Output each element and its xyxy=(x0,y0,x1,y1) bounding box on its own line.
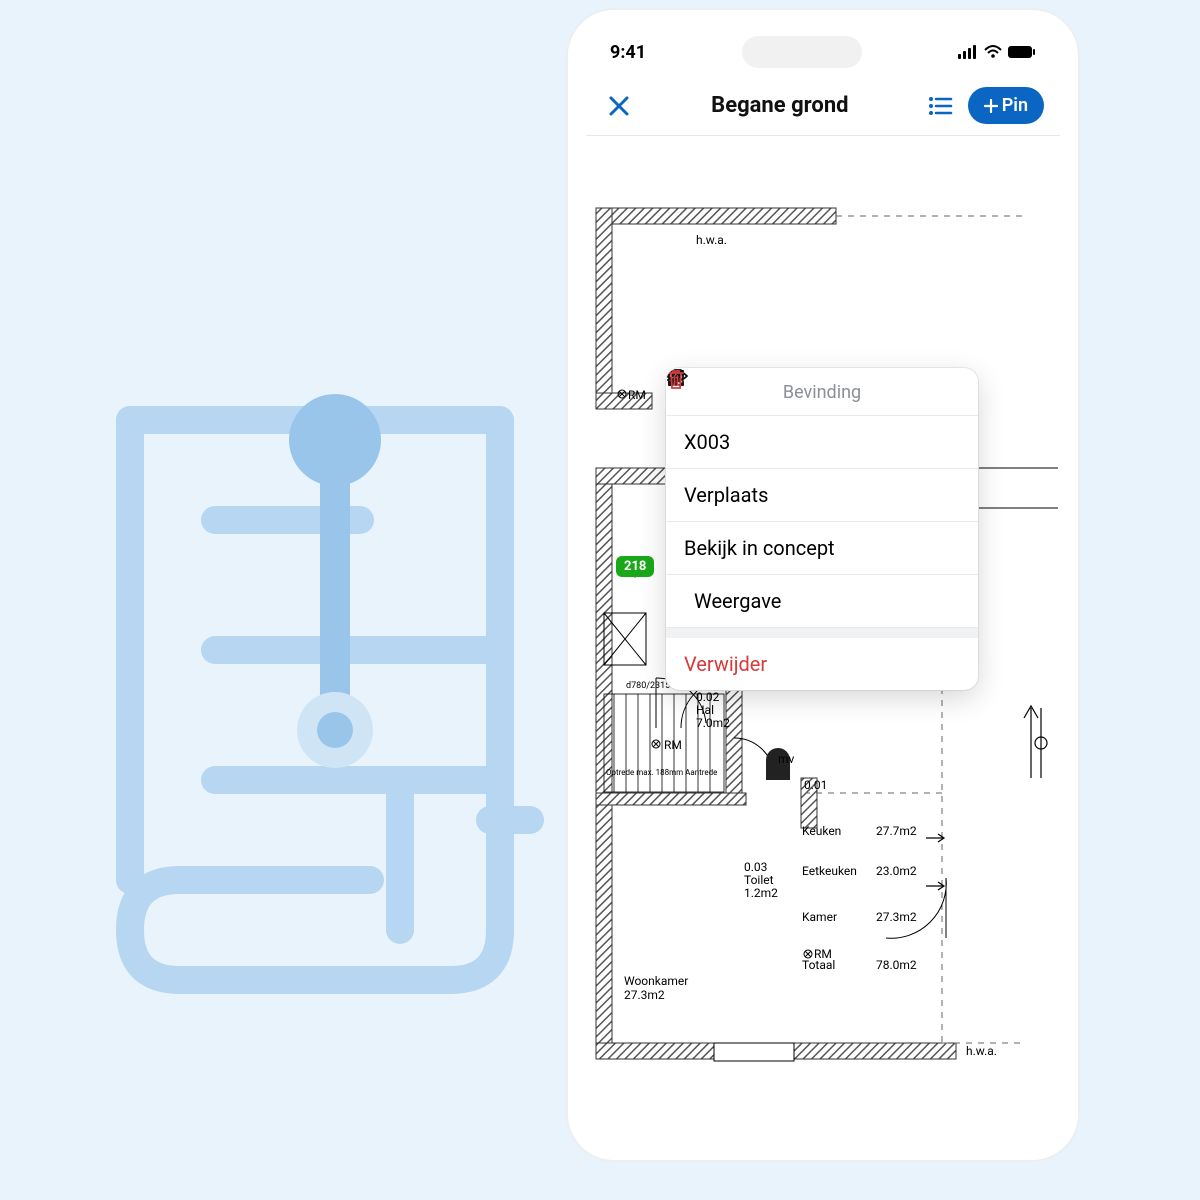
dynamic-island xyxy=(742,36,862,68)
menu-item-edit[interactable]: X003 xyxy=(666,416,978,469)
room4-area: 23.0m2 xyxy=(876,864,917,878)
pin-context-menu: Bevinding X003 Verplaats Bekijk in conce… xyxy=(666,368,978,690)
cellular-icon xyxy=(958,45,978,59)
room8-area: 27.3m2 xyxy=(624,988,665,1002)
popup-title: Bevinding xyxy=(666,368,978,416)
room6-area: 27.3m2 xyxy=(876,910,917,924)
add-pin-label: Pin xyxy=(1002,95,1028,116)
label-d780: d780/2315 xyxy=(626,681,670,691)
close-button[interactable] xyxy=(602,89,636,123)
label-rm2: RM xyxy=(664,738,682,752)
pin-shape-icon xyxy=(938,590,960,612)
room6-name: Kamer xyxy=(802,910,837,924)
add-pin-button[interactable]: Pin xyxy=(968,87,1044,124)
stair-note: Optrede max. 188mm Aantrede xyxy=(606,768,717,777)
room8-name: Woonkamer xyxy=(624,974,688,988)
eye-icon xyxy=(938,537,960,559)
room5-num: 0.03 xyxy=(744,860,767,874)
list-view-button[interactable] xyxy=(924,89,958,123)
map-pin-218[interactable]: 218 xyxy=(616,556,654,577)
phone-screen: 9:41 Begane grond Pin xyxy=(586,28,1060,1142)
wifi-icon xyxy=(984,45,1002,59)
decorative-blueprint-icon xyxy=(70,360,570,1014)
label-rm1: RM xyxy=(628,388,646,402)
page-title: Begane grond xyxy=(646,93,914,118)
room1-name: Hal xyxy=(696,703,714,717)
floor-plan-canvas[interactable]: h.w.a. h.w.a. RM RM RM mv d780/2315 d880… xyxy=(586,138,1060,1142)
close-icon xyxy=(608,95,630,117)
label-mv: mv xyxy=(778,752,794,766)
plus-icon xyxy=(984,99,998,113)
menu-item-move[interactable]: Verplaats xyxy=(666,469,978,522)
pencil-icon xyxy=(938,431,960,453)
room1-area: 7.0m2 xyxy=(696,716,730,730)
room1-num: 0.02 xyxy=(696,690,719,704)
room7-name: Totaal xyxy=(802,958,835,972)
room3-name: Keuken xyxy=(802,824,841,838)
room2-num: 0.01 xyxy=(804,778,827,792)
phone-frame: 9:41 Begane grond Pin xyxy=(568,10,1078,1160)
menu-item-delete[interactable]: Verwijder xyxy=(666,628,978,690)
status-time: 9:41 xyxy=(610,42,646,63)
room5-name: Toilet xyxy=(744,873,774,887)
move-icon xyxy=(938,484,960,506)
menu-item-display[interactable]: Weergave xyxy=(666,575,978,628)
battery-icon xyxy=(1008,45,1036,59)
list-icon xyxy=(929,96,953,116)
app-header: Begane grond Pin xyxy=(586,76,1060,136)
menu-item-view-concept[interactable]: Bekijk in concept xyxy=(666,522,978,575)
label-hwa-top: h.w.a. xyxy=(696,233,727,247)
label-hwa-bot: h.w.a. xyxy=(966,1044,997,1058)
room3-area: 27.7m2 xyxy=(876,824,917,838)
trash-icon xyxy=(938,653,960,675)
status-icons xyxy=(958,45,1036,59)
room7-area: 78.0m2 xyxy=(876,958,917,972)
status-bar: 9:41 xyxy=(586,28,1060,76)
pin-id: X003 xyxy=(684,430,730,454)
room5-area: 1.2m2 xyxy=(744,886,778,900)
room4-name: Eetkeuken xyxy=(802,864,857,878)
